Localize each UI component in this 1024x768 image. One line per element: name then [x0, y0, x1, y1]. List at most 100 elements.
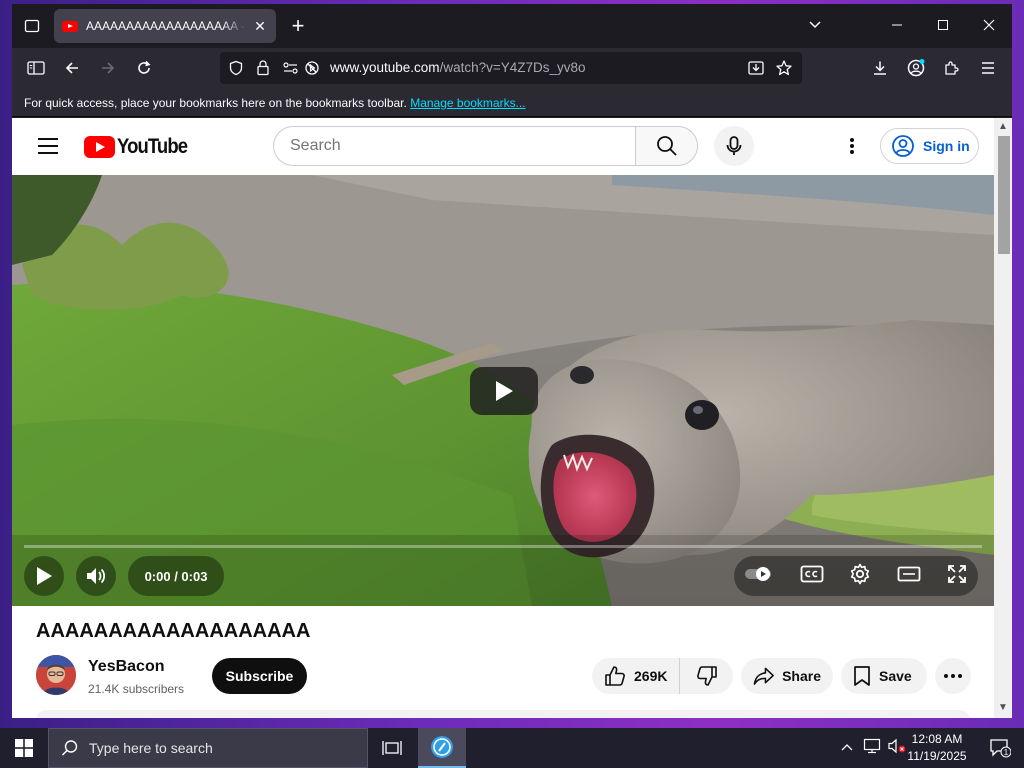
address-bar[interactable]: www.youtube.com/watch?v=Y4Z7Ds_yv8o [220, 52, 802, 84]
start-button[interactable] [0, 728, 48, 768]
network-icon[interactable] [860, 738, 884, 759]
channel-avatar[interactable] [36, 655, 76, 695]
voice-search-button[interactable] [714, 126, 754, 166]
youtube-play-logo-icon [84, 136, 115, 158]
taskbar-search-box[interactable]: Type here to search [48, 728, 368, 768]
subtitles-button[interactable] [800, 564, 824, 589]
scrollbar-thumb[interactable] [998, 136, 1010, 254]
description-box[interactable] [36, 710, 970, 718]
search-button[interactable] [635, 126, 698, 166]
sign-in-label: Sign in [923, 138, 970, 154]
arrow-left-icon [65, 62, 78, 74]
dot-icon [850, 150, 854, 154]
notification-count: 1 [1004, 748, 1009, 757]
back-button[interactable] [58, 54, 86, 82]
download-icon [874, 61, 886, 75]
time-display-text: 0:00 / 0:03 [144, 568, 208, 584]
scroll-up-arrow-icon[interactable]: ▲ [997, 121, 1009, 133]
network-monitor-icon [863, 738, 881, 753]
web-page-content: YouTube Sign in [12, 118, 1012, 718]
bookmarks-toolbar: For quick access, place your bookmarks h… [12, 88, 1012, 117]
show-hidden-icons-chevron-up-icon[interactable] [838, 739, 856, 757]
extensions-button[interactable] [938, 54, 966, 82]
windows-taskbar: Type here to search 12:08 AM 11/19/2025 … [0, 728, 1024, 768]
app-menu-button[interactable] [974, 54, 1002, 82]
subscriber-count: 21.4K subscribers [88, 682, 185, 696]
tab-youtube[interactable]: AAAAAAAAAAAAAAAAAAA - YouTube ✕ [54, 9, 276, 43]
taskbar-clock[interactable]: 12:08 AM 11/19/2025 [898, 731, 976, 765]
youtube-masthead: YouTube Sign in [12, 118, 994, 174]
chevron-up-icon [841, 744, 853, 751]
bookmark-icon [854, 666, 870, 686]
url-domain: www.youtube.com [330, 60, 440, 75]
fullscreen-button[interactable] [946, 563, 968, 590]
share-arrow-icon [753, 667, 774, 685]
progress-bar[interactable] [24, 545, 982, 548]
firefox-window: AAAAAAAAAAAAAAAAAAA - YouTube ✕ + [12, 4, 1012, 718]
manage-bookmarks-link[interactable]: Manage bookmarks... [410, 96, 525, 110]
permissions-toggle-icon [283, 62, 298, 74]
site-security-icon[interactable] [255, 59, 271, 81]
reload-button[interactable] [130, 54, 158, 82]
install-page-button[interactable] [747, 59, 765, 82]
tab-close-icon[interactable]: ✕ [252, 18, 268, 35]
autoplay-toggle[interactable] [744, 566, 774, 587]
settings-more-button[interactable] [842, 136, 862, 156]
arrow-right-icon [102, 62, 115, 74]
close-window-button[interactable] [966, 12, 1012, 40]
bookmarks-toolbar-message: For quick access, place your bookmarks h… [24, 96, 526, 110]
play-button[interactable] [24, 556, 64, 596]
minimize-button[interactable] [874, 12, 920, 40]
firefox-view-button[interactable] [18, 12, 46, 40]
maximize-icon [938, 20, 948, 30]
task-view-button[interactable] [368, 728, 416, 768]
like-button[interactable]: 269K [592, 658, 680, 694]
sidebar-button[interactable] [22, 54, 50, 82]
search-box [273, 126, 698, 166]
permissions-icon[interactable] [282, 60, 300, 81]
maximize-button[interactable] [920, 12, 966, 40]
search-icon [61, 740, 78, 756]
clock-time: 12:08 AM [911, 732, 963, 746]
channel-name[interactable]: YesBacon [88, 658, 164, 676]
theater-mode-button[interactable] [897, 564, 921, 589]
user-circle-icon [892, 135, 914, 157]
settings-button[interactable] [849, 563, 871, 590]
mute-button[interactable] [76, 556, 116, 596]
save-button[interactable]: Save [841, 658, 927, 694]
sign-in-button[interactable]: Sign in [880, 128, 979, 164]
closed-captions-icon [800, 565, 823, 582]
subscribe-button[interactable]: Subscribe [212, 658, 307, 694]
page-scrollbar[interactable]: ▲ ▼ [994, 118, 1012, 718]
firefox-view-icon [24, 19, 40, 33]
url-text: www.youtube.com/watch?v=Y4Z7Ds_yv8o [330, 60, 586, 75]
dot-icon [944, 674, 948, 678]
bookmark-page-button[interactable] [775, 59, 793, 82]
sidebar-icon [27, 61, 45, 75]
more-actions-button[interactable] [935, 658, 971, 694]
dot-icon [850, 144, 854, 148]
list-all-tabs-button[interactable] [792, 12, 838, 40]
dislike-button[interactable] [680, 665, 733, 687]
autoplay-blocked-icon[interactable] [304, 60, 320, 81]
forward-button[interactable] [94, 54, 122, 82]
action-center-button[interactable]: 1 [976, 728, 1024, 768]
account-button[interactable] [902, 54, 930, 82]
tracking-protection-icon[interactable] [228, 60, 244, 81]
install-app-icon [748, 61, 764, 75]
guide-menu-button[interactable] [38, 138, 58, 154]
menu-bar-line [38, 138, 58, 140]
firefox-taskbar-button[interactable] [418, 728, 466, 768]
search-input[interactable] [273, 126, 635, 166]
microphone-icon [726, 136, 742, 155]
menu-bar-line [38, 145, 58, 147]
share-button[interactable]: Share [741, 658, 833, 694]
large-play-button[interactable] [470, 367, 538, 415]
video-player[interactable]: 0:00 / 0:03 [12, 175, 994, 606]
thumbs-up-icon [605, 666, 625, 686]
new-tab-button[interactable]: + [286, 14, 310, 38]
youtube-logo[interactable]: YouTube [84, 135, 197, 159]
volume-icon [87, 568, 106, 584]
downloads-button[interactable] [866, 54, 894, 82]
scroll-down-arrow-icon[interactable]: ▼ [997, 702, 1009, 714]
